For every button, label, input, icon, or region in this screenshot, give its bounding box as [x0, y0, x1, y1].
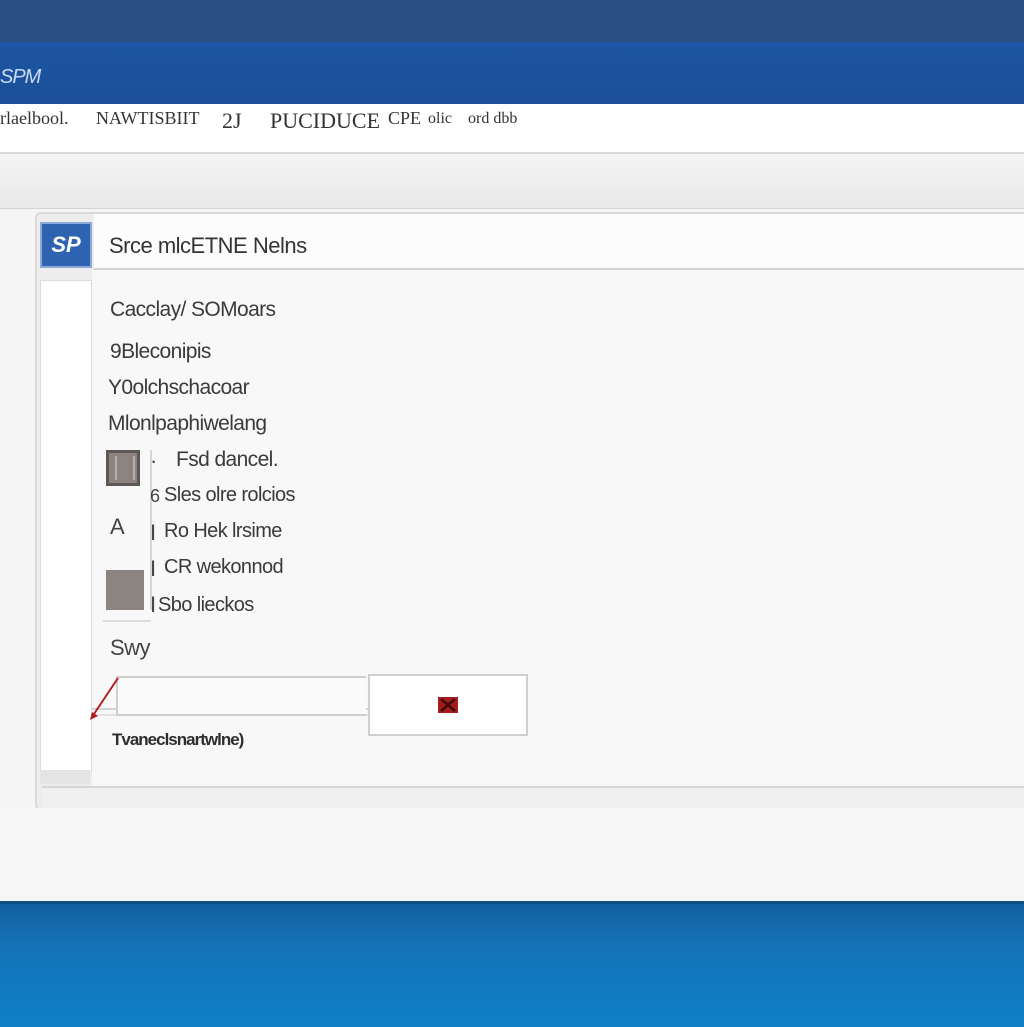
delete-button[interactable] [368, 674, 528, 736]
section-label: Swy [110, 635, 151, 660]
document-thumbnail[interactable] [106, 450, 140, 486]
menu-item-7[interactable]: ord dbb [468, 110, 517, 128]
image-thumbnail[interactable] [106, 570, 144, 610]
option-item-9[interactable]: Sbo lieckos [158, 594, 254, 617]
item-bar-8: I [150, 556, 157, 581]
bullet-icon: · [150, 448, 158, 473]
option-item-6[interactable]: Sles olre rolcios [164, 484, 296, 507]
item-bar-9: I [150, 592, 157, 617]
app-logo-text: SP [51, 232, 81, 257]
name-input[interactable] [116, 676, 366, 716]
sidebar-footer [40, 770, 90, 784]
app-title: SPM [0, 66, 41, 88]
option-item-3[interactable]: Y0olchschacoar [108, 376, 250, 400]
number-marker: 6 [150, 486, 161, 506]
option-item-1[interactable]: Cacclay/ SOMoars [110, 298, 276, 322]
person-icon: A [110, 514, 125, 539]
lower-workspace [0, 808, 1024, 901]
section-divider [103, 620, 151, 622]
menu-item-6[interactable]: olic [428, 110, 452, 128]
panel-bottom-edge [42, 786, 1024, 808]
option-item-8[interactable]: CR wekonnod [164, 556, 284, 579]
menu-item-4[interactable]: PUCIDUCE [270, 108, 380, 134]
title-bar [0, 42, 1024, 104]
top-border-band [0, 0, 1024, 42]
menu-item-2[interactable]: NAWTISBIIT [96, 108, 200, 129]
panel-sidebar [40, 280, 92, 772]
item-bar-7: I [150, 520, 157, 545]
option-item-2[interactable]: 9Bleconipis [110, 340, 211, 364]
option-item-4[interactable]: Mlonlpaphiwelang [108, 412, 267, 436]
menu-item-3[interactable]: 2J [222, 108, 242, 134]
option-item-7[interactable]: Ro Hek lrsime [164, 520, 282, 543]
hint-text: Tvaneclsnartwlne) [112, 730, 244, 749]
menu-item-5[interactable]: CPE [388, 108, 421, 129]
panel-title: Srce mlcETNE Nelns [109, 233, 307, 258]
delete-icon [438, 697, 458, 713]
option-item-5[interactable]: Fsd dancel. [176, 448, 279, 472]
toolbar [0, 154, 1024, 209]
menu-item-1[interactable]: rlaelbool. [0, 108, 68, 129]
app-logo-icon: SP [40, 222, 92, 268]
cursor-pointer-icon [90, 677, 119, 720]
taskbar [0, 901, 1024, 1027]
